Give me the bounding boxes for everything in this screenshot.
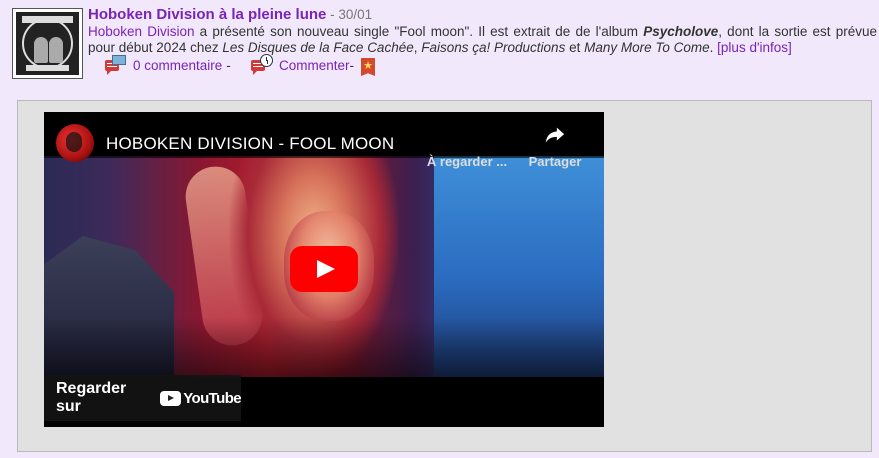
add-comment[interactable]: Commenter - [251, 54, 355, 75]
comment-link[interactable]: Commenter [279, 58, 350, 73]
description-text: a présenté son nouveau single "Fool moon… [194, 24, 644, 39]
channel-avatar[interactable] [56, 124, 94, 162]
watch-later-label: À regarder ... [426, 154, 508, 169]
description-separator: et [565, 40, 585, 55]
comment-count-icon [105, 55, 126, 75]
comments-count-link[interactable]: 0 commentaire [133, 58, 222, 73]
post-date-separator: - [326, 7, 339, 22]
action-separator: - [349, 58, 355, 73]
play-button[interactable] [290, 246, 358, 292]
watch-later-button[interactable]: À regarder ... [422, 122, 512, 169]
youtube-logo: YouTube [160, 389, 242, 407]
add-comment-icon [251, 54, 273, 75]
label-name: Les Disques de la Face Cachée [222, 40, 414, 55]
post-description: Hoboken Division a présenté son nouveau … [88, 24, 877, 56]
share-label: Partager [528, 154, 582, 169]
more-info-link[interactable]: [plus d'infos] [717, 40, 792, 55]
album-cover-image [16, 12, 79, 75]
share-button[interactable]: Partager [510, 122, 600, 169]
label-name: Many More To Come [584, 40, 710, 55]
watch-on-youtube-button[interactable]: Regarder sur YouTube [44, 375, 242, 421]
watch-on-label: Regarder sur [56, 380, 127, 415]
post-date: 30/01 [338, 7, 373, 22]
star-bookmark-icon: ★ [361, 58, 375, 76]
album-title: Psycholove [643, 24, 719, 39]
post-title-link[interactable]: Hoboken Division à la pleine lune [88, 6, 326, 23]
youtube-play-icon [160, 390, 182, 406]
label-name: Faisons ça! Productions [421, 40, 566, 55]
favorite-button[interactable]: ★ [361, 58, 375, 76]
post-thumbnail[interactable] [12, 8, 83, 79]
artist-link[interactable]: Hoboken Division [88, 24, 195, 39]
video-title[interactable]: HOBOKEN DIVISION - FOOL MOON [106, 134, 394, 154]
comments-count[interactable]: 0 commentaire - [105, 55, 231, 75]
share-arrow-icon [545, 127, 565, 143]
post-header: Hoboken Division à la pleine lune - 30/0… [88, 7, 877, 56]
youtube-embed[interactable]: HOBOKEN DIVISION - FOOL MOON À regarder … [44, 112, 604, 427]
action-separator: - [226, 58, 231, 73]
youtube-wordmark: YouTube [183, 389, 241, 407]
